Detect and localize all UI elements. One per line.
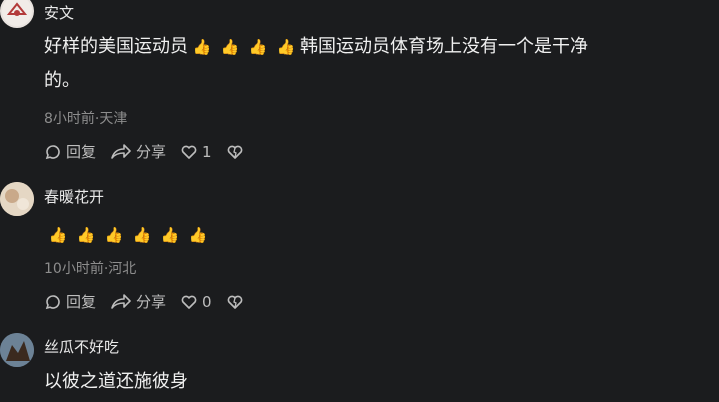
thumbs-up-emoji: 👍 — [132, 226, 152, 244]
thumbs-up-emoji: 👍 — [276, 38, 296, 56]
reply-button[interactable]: 回复 — [44, 141, 96, 162]
comment-meta: 10小时前·河北 — [44, 261, 137, 277]
share-label: 分享 — [136, 293, 167, 311]
share-button[interactable]: 分享 — [110, 291, 166, 312]
username[interactable]: 丝瓜不好吃 — [44, 336, 119, 357]
thumbs-up-emoji: 👍 — [192, 38, 212, 56]
share-icon — [111, 293, 131, 309]
comment-text: 👍 👍 👍 👍 👍 👍 — [44, 218, 704, 252]
comment-text: 以彼之道还施彼身 — [44, 371, 188, 392]
thumbs-up-emoji: 👍 — [76, 226, 96, 244]
comment-meta: 8小时前·天津 — [44, 111, 128, 127]
dislike-icon — [227, 145, 242, 159]
like-button[interactable]: 1 — [180, 143, 212, 161]
comment-item: 春暖花开 👍 👍 👍 👍 👍 👍 10小时前·河北 回复 分享 0 — [0, 182, 719, 322]
dislike-button[interactable] — [226, 293, 248, 311]
like-icon — [181, 295, 197, 309]
thumbs-up-emoji: 👍 — [104, 226, 124, 244]
like-icon — [181, 145, 197, 159]
reply-label: 回复 — [66, 293, 97, 311]
username[interactable]: 安文 — [44, 2, 74, 23]
comment-actions: 回复 分享 1 — [44, 141, 262, 162]
like-button[interactable]: 0 — [180, 293, 212, 311]
avatar[interactable] — [0, 333, 34, 367]
thumbs-up-emoji: 👍 — [48, 226, 68, 244]
comment-text-part: 的。 — [44, 70, 80, 91]
reply-label: 回复 — [66, 143, 97, 161]
dislike-button[interactable] — [226, 143, 248, 161]
avatar[interactable] — [0, 182, 34, 216]
share-button[interactable]: 分享 — [110, 141, 166, 162]
share-icon — [111, 143, 131, 159]
comment-text: 好样的美国运动员 👍 👍 👍 👍 韩国运动员体育场上没有一个是干净 的。 — [44, 30, 704, 98]
dislike-icon — [227, 295, 242, 309]
username[interactable]: 春暖花开 — [44, 186, 104, 207]
reply-icon — [45, 144, 60, 159]
like-count: 0 — [202, 292, 212, 311]
comment-text-part: 韩国运动员体育场上没有一个是干净 — [300, 36, 588, 57]
share-label: 分享 — [136, 143, 167, 161]
thumbs-up-emoji: 👍 — [248, 38, 268, 56]
like-count: 1 — [202, 142, 212, 161]
comment-item: 丝瓜不好吃 以彼之道还施彼身 — [0, 333, 719, 402]
thumbs-up-emoji: 👍 — [220, 38, 240, 56]
thumbs-up-emoji: 👍 — [160, 226, 180, 244]
comment-text-part: 好样的美国运动员 — [44, 36, 188, 57]
comment-item: 安文 好样的美国运动员 👍 👍 👍 👍 韩国运动员体育场上没有一个是干净 的。 8小时前·… — [0, 0, 719, 170]
reply-icon — [45, 294, 60, 309]
comment-actions: 回复 分享 0 — [44, 291, 262, 312]
reply-button[interactable]: 回复 — [44, 291, 96, 312]
thumbs-up-emoji: 👍 — [188, 226, 208, 244]
avatar[interactable] — [0, 0, 34, 28]
